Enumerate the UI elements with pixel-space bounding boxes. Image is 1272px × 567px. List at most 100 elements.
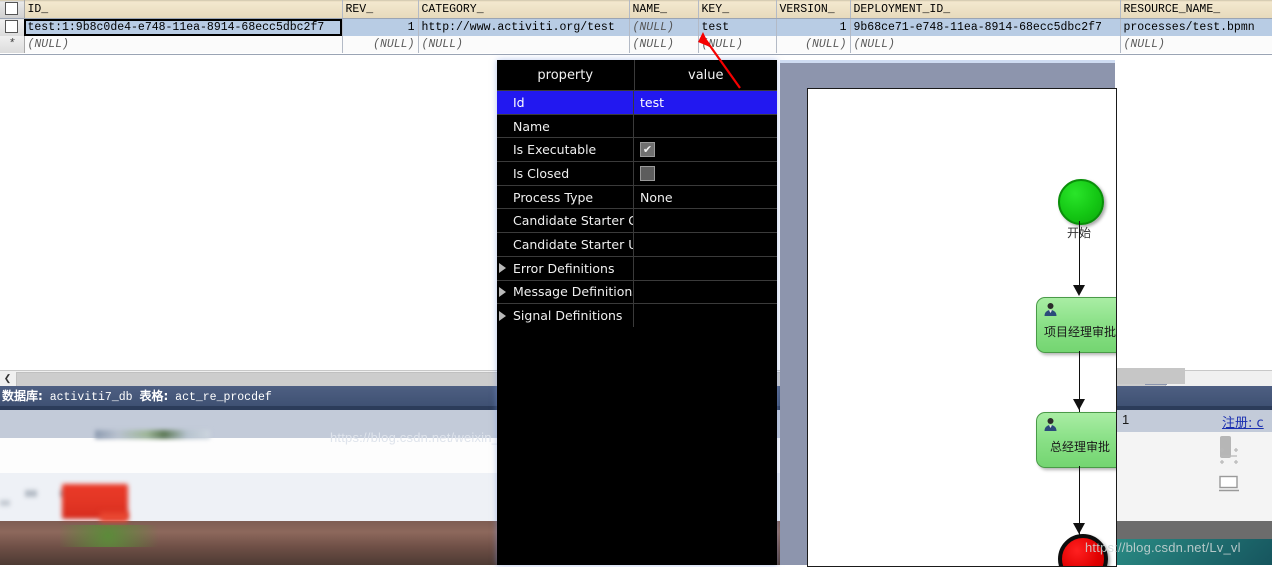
property-value[interactable] <box>634 209 777 232</box>
cell-category[interactable]: (NULL) <box>418 36 630 53</box>
property-row-is-closed[interactable]: Is Closed <box>497 161 777 185</box>
sequence-flow-1-arrowhead <box>1073 285 1085 296</box>
register-link[interactable]: 注册: c <box>1222 412 1264 431</box>
column-header-id[interactable]: ID_ <box>24 0 343 19</box>
scroll-left-arrow-icon[interactable]: ❮ <box>0 371 15 386</box>
property-label: Id <box>497 91 634 114</box>
right-panel-background <box>1115 432 1272 521</box>
column-header-rev[interactable]: REV_ <box>342 0 419 19</box>
checkbox-unchecked-icon[interactable] <box>640 165 655 181</box>
sequence-flow-3-arrowhead <box>1073 523 1085 534</box>
cell-resource-name[interactable]: (NULL) <box>1120 36 1272 53</box>
column-header-key[interactable]: KEY_ <box>698 0 777 19</box>
property-label: Signal Definitions <box>497 304 634 327</box>
chevron-right-icon[interactable] <box>499 263 506 274</box>
user-task-node-1[interactable]: 项目经理审批 <box>1036 297 1116 353</box>
right-strip-count: 1 <box>1122 412 1130 427</box>
table-header-row: ID_ REV_ CATEGORY_ NAME_ KEY_ VERSION_ D… <box>0 0 1272 19</box>
property-label: Candidate Starter Groups <box>497 209 634 233</box>
property-label: Process Type <box>497 185 634 209</box>
cell-deployment-id[interactable]: 9b68ce71-e748-11ea-8914-68ecc5dbc2f7 <box>850 18 1121 36</box>
start-event-node[interactable] <box>1058 179 1104 225</box>
bpmn-designer-panel[interactable]: 开始 项目经理审批 总经理审批 <box>780 60 1117 567</box>
bpmn-canvas[interactable]: 开始 项目经理审批 总经理审批 <box>807 88 1117 567</box>
property-value[interactable] <box>634 257 777 280</box>
property-value[interactable]: ✔ <box>634 138 777 161</box>
property-row-candidate-starter-groups[interactable]: Candidate Starter Groups <box>497 208 777 233</box>
property-label: Message Definitions <box>497 280 634 304</box>
property-value[interactable]: test <box>634 91 777 114</box>
sequence-flow-1[interactable] <box>1078 221 1080 287</box>
cell-id[interactable]: (NULL) <box>24 36 343 53</box>
property-row-candidate-starter-users[interactable]: Candidate Starter Users <box>497 232 777 256</box>
cell-rev[interactable]: (NULL) <box>342 36 419 53</box>
cell-rev[interactable]: 1 <box>342 18 419 36</box>
checkbox-icon[interactable] <box>5 2 19 16</box>
blurred-red-block <box>100 512 128 522</box>
checkbox-checked-icon[interactable]: ✔ <box>640 142 655 158</box>
new-row-marker-cell[interactable]: * <box>0 36 25 53</box>
expand-icon[interactable] <box>1218 446 1240 466</box>
property-label: Name <box>497 114 634 138</box>
cell-version[interactable]: (NULL) <box>776 36 851 53</box>
select-all-cell[interactable] <box>0 0 25 19</box>
column-header-resource-name[interactable]: RESOURCE_NAME_ <box>1120 0 1272 19</box>
checkbox-icon[interactable] <box>5 20 19 34</box>
cell-key[interactable]: test <box>698 18 777 36</box>
row-select-cell[interactable] <box>0 18 25 36</box>
property-value[interactable] <box>634 162 777 185</box>
property-value[interactable] <box>634 281 777 304</box>
database-result-grid[interactable]: ID_ REV_ CATEGORY_ NAME_ KEY_ VERSION_ D… <box>0 0 1272 55</box>
cell-category[interactable]: http://www.activiti.org/test <box>418 18 630 36</box>
blurred-text-line <box>95 430 210 439</box>
cell-name[interactable]: (NULL) <box>629 18 699 36</box>
property-row-id[interactable]: Id test <box>497 90 777 114</box>
cell-version[interactable]: 1 <box>776 18 851 36</box>
column-header-name[interactable]: NAME_ <box>629 0 699 19</box>
right-strip-gray-band <box>1115 368 1185 384</box>
table-row-new[interactable]: * (NULL) (NULL) (NULL) (NULL) (NULL) (NU… <box>0 36 1272 53</box>
column-header-category[interactable]: CATEGORY_ <box>418 0 630 19</box>
property-row-process-type[interactable]: Process Type None <box>497 184 777 209</box>
column-header-deployment-id[interactable]: DEPLOYMENT_ID_ <box>850 0 1121 19</box>
watermark-middle: https://blog.csdn.net/weixin_42 <box>330 430 514 445</box>
monitor-icon[interactable] <box>1218 475 1240 493</box>
start-event-label: 开始 <box>1019 224 1116 241</box>
property-value[interactable] <box>634 304 777 327</box>
user-task-label-2: 总经理审批 <box>1049 440 1110 454</box>
property-value[interactable] <box>634 233 777 256</box>
property-row-name[interactable]: Name <box>497 113 777 138</box>
status-table-value: act_re_procdef <box>175 391 272 404</box>
blurred-text-dot <box>0 500 10 506</box>
property-label: Candidate Starter Users <box>497 233 634 256</box>
table-row[interactable]: test:1:9b8c0de4-e748-11ea-8914-68ecc5dbc… <box>0 18 1272 36</box>
sequence-flow-2-arrowhead <box>1073 399 1085 410</box>
property-row-message-definitions[interactable]: Message Definitions <box>497 279 777 304</box>
process-property-panel[interactable]: property value Id test Name Is Executabl… <box>497 60 777 565</box>
property-label: Is Closed <box>497 162 634 185</box>
property-label: Error Definitions <box>497 256 634 280</box>
blurred-text-dot <box>25 490 37 497</box>
property-row-signal-definitions[interactable]: Signal Definitions <box>497 303 777 327</box>
cell-deployment-id[interactable]: (NULL) <box>850 36 1121 53</box>
column-header-version[interactable]: VERSION_ <box>776 0 851 19</box>
user-task-node-2[interactable]: 总经理审批 <box>1036 412 1116 468</box>
cell-id[interactable]: test:1:9b8c0de4-e748-11ea-8914-68ecc5dbc… <box>24 18 343 36</box>
status-db-label: 数据库: <box>2 389 43 403</box>
chevron-right-icon[interactable] <box>499 286 506 297</box>
user-task-icon <box>1043 302 1058 317</box>
cell-resource-name[interactable]: processes/test.bpmn <box>1120 18 1272 36</box>
property-row-error-definitions[interactable]: Error Definitions <box>497 255 777 280</box>
status-db-value: activiti7_db <box>49 391 133 404</box>
property-value[interactable] <box>634 115 777 138</box>
background-photo-foliage <box>60 525 180 547</box>
chevron-right-icon[interactable] <box>499 310 506 321</box>
new-row-star-icon: * <box>8 37 16 51</box>
property-value[interactable]: None <box>634 186 777 209</box>
cell-name[interactable]: (NULL) <box>629 36 699 53</box>
property-row-is-executable[interactable]: Is Executable ✔ <box>497 137 777 162</box>
property-label-text: Signal Definitions <box>513 308 623 324</box>
cell-key[interactable]: (NULL) <box>698 36 777 53</box>
status-table-label: 表格: <box>139 389 169 403</box>
property-label: Is Executable <box>497 138 634 162</box>
